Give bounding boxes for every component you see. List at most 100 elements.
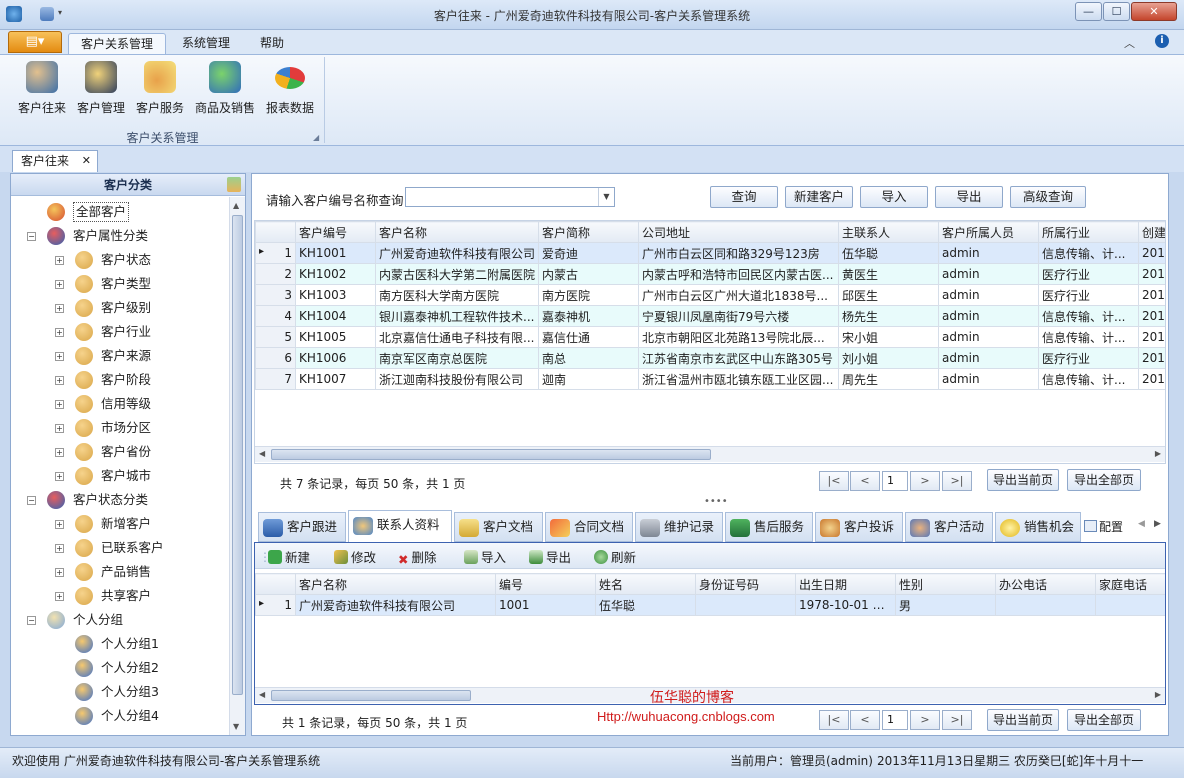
scroll-left-icon[interactable]: ◀ bbox=[259, 449, 265, 458]
query-button[interactable]: 查询 bbox=[710, 186, 778, 208]
grid-cell[interactable]: 2013 bbox=[1138, 326, 1165, 348]
import-button[interactable]: 导入 bbox=[860, 186, 928, 208]
combo-dropdown-icon[interactable]: ▼ bbox=[598, 188, 614, 206]
customer-service-button[interactable]: 客户服务 bbox=[132, 59, 188, 116]
sidebar-settings-icon[interactable] bbox=[227, 177, 241, 192]
grid-cell[interactable]: 迦南 bbox=[538, 368, 639, 390]
scroll-up-icon[interactable]: ▲ bbox=[233, 201, 239, 210]
grid-cell[interactable]: KH1004 bbox=[295, 305, 376, 327]
grid-cell[interactable]: 南总 bbox=[538, 347, 639, 369]
toolbar-delete-button[interactable]: ✖ 删除 bbox=[398, 548, 437, 568]
grid-cell[interactable]: 信息传输、计... bbox=[1038, 242, 1139, 264]
tree-node[interactable]: + 客户来源 bbox=[11, 345, 229, 367]
grid-cell[interactable] bbox=[995, 594, 1096, 616]
contacts-page-number-input[interactable]: 1 bbox=[882, 710, 908, 730]
customer-column-header[interactable]: 所属行业 bbox=[1038, 221, 1139, 243]
tabs-scroll-left-icon[interactable]: ◀ bbox=[1138, 519, 1145, 529]
table-row[interactable]: 2 KH1002 内蒙古医科大学第二附属医院 内蒙古 内蒙古呼和浩特市回民区内蒙古医..… bbox=[255, 263, 1165, 285]
contact-column-header[interactable]: 性别 bbox=[895, 573, 996, 595]
table-row[interactable]: 6 KH1006 南京军区南京总医院 南总 江苏省南京市玄武区中山东路305号 刘小姐 ad… bbox=[255, 347, 1165, 369]
grid-cell[interactable]: 广州爱奇迪软件科技有限公司 bbox=[295, 594, 496, 616]
contacts-scroll-thumb[interactable] bbox=[271, 690, 471, 701]
expand-node-icon[interactable]: + bbox=[55, 472, 64, 481]
tree-node[interactable]: 全部客户 bbox=[11, 201, 229, 223]
expand-node-icon[interactable]: + bbox=[55, 400, 64, 409]
grid-cell[interactable]: KH1002 bbox=[295, 263, 376, 285]
grid-cell[interactable]: 2013 bbox=[1138, 368, 1165, 390]
tree-node[interactable]: + 共享客户 bbox=[11, 585, 229, 607]
collapse-ribbon-icon[interactable]: ︿ bbox=[1124, 35, 1135, 51]
info-icon[interactable]: i bbox=[1155, 34, 1169, 48]
reports-button[interactable]: 报表数据 bbox=[262, 59, 318, 116]
customer-column-header[interactable]: 公司地址 bbox=[638, 221, 839, 243]
minimize-button[interactable]: — bbox=[1075, 2, 1102, 21]
contacts-prev-page-button[interactable]: < bbox=[850, 710, 880, 730]
grid-cell[interactable]: 南方医院 bbox=[538, 284, 639, 306]
customer-column-header[interactable]: 客户简称 bbox=[538, 221, 639, 243]
toolbar-refresh-button[interactable]: 刷新 bbox=[594, 548, 636, 568]
first-page-button[interactable]: |< bbox=[819, 471, 849, 491]
customer-column-header[interactable]: 客户名称 bbox=[375, 221, 539, 243]
toolbar-edit-button[interactable]: 修改 bbox=[334, 548, 376, 568]
grid-cell[interactable]: 医疗行业 bbox=[1038, 263, 1139, 285]
grid-cell[interactable]: KH1005 bbox=[295, 326, 376, 348]
table-row[interactable]: 4 KH1004 银川嘉泰神机工程软件技术... 嘉泰神机 宁夏银川凤凰南街79号六楼杨… bbox=[255, 305, 1165, 327]
contact-column-header[interactable]: 姓名 bbox=[595, 573, 696, 595]
grid-cell[interactable]: 周先生 bbox=[838, 368, 939, 390]
table-row[interactable]: 3 KH1003 南方医科大学南方医院 南方医院 广州市白云区广州大道北1838号...… bbox=[255, 284, 1165, 306]
grid-cell[interactable]: 刘小姐 bbox=[838, 347, 939, 369]
grid-cell[interactable]: 信息传输、计... bbox=[1038, 326, 1139, 348]
new-customer-button[interactable]: 新建客户 bbox=[785, 186, 853, 208]
grid-cell[interactable]: 爱奇迪 bbox=[538, 242, 639, 264]
tree-node[interactable]: + 客户省份 bbox=[11, 441, 229, 463]
grid-cell[interactable]: 北京嘉信仕通电子科技有限... bbox=[375, 326, 539, 348]
tab-help[interactable]: 帮助 bbox=[248, 33, 296, 54]
prev-page-button[interactable]: < bbox=[850, 471, 880, 491]
grid-cell[interactable]: admin bbox=[938, 242, 1039, 264]
tree-node[interactable]: + 已联系客户 bbox=[11, 537, 229, 559]
detail-tab-opportunities[interactable]: 销售机会 bbox=[995, 512, 1081, 542]
table-row[interactable]: 5 KH1005 北京嘉信仕通电子科技有限... 嘉信仕通 北京市朝阳区北苑路13号院北… bbox=[255, 326, 1165, 348]
grid-cell[interactable]: 2013 bbox=[1138, 263, 1165, 285]
tree-node[interactable]: + 客户行业 bbox=[11, 321, 229, 343]
grid-cell[interactable]: 南京军区南京总医院 bbox=[375, 347, 539, 369]
export-all-pages-button[interactable]: 导出全部页 bbox=[1067, 469, 1141, 491]
grid-cell[interactable] bbox=[695, 594, 796, 616]
grid-cell[interactable]: admin bbox=[938, 263, 1039, 285]
expand-node-icon[interactable]: + bbox=[55, 592, 64, 601]
contact-column-header[interactable]: 编号 bbox=[495, 573, 596, 595]
scroll-down-icon[interactable]: ▼ bbox=[233, 722, 239, 731]
contact-column-header[interactable]: 客户名称 bbox=[295, 573, 496, 595]
grid-cell[interactable]: 医疗行业 bbox=[1038, 347, 1139, 369]
expand-node-icon[interactable]: + bbox=[55, 376, 64, 385]
tree-node[interactable]: 个人分组1 bbox=[11, 633, 229, 655]
grid-cell[interactable]: 银川嘉泰神机工程软件技术... bbox=[375, 305, 539, 327]
grid-cell[interactable]: 1001 bbox=[495, 594, 596, 616]
expand-node-icon[interactable]: + bbox=[55, 328, 64, 337]
contacts-export-all-button[interactable]: 导出全部页 bbox=[1067, 709, 1141, 731]
grid-cell[interactable]: 南方医科大学南方医院 bbox=[375, 284, 539, 306]
customer-management-button[interactable]: 客户管理 bbox=[73, 59, 129, 116]
grid-cell[interactable]: 邱医生 bbox=[838, 284, 939, 306]
tree-node[interactable]: 个人分组2 bbox=[11, 657, 229, 679]
grid-cell[interactable]: KH1001 bbox=[295, 242, 376, 264]
contacts-next-page-button[interactable]: > bbox=[910, 710, 940, 730]
grid-cell[interactable]: KH1003 bbox=[295, 284, 376, 306]
detail-tab-complaints[interactable]: 客户投诉 bbox=[815, 512, 903, 542]
grid-cell[interactable]: KH1006 bbox=[295, 347, 376, 369]
collapse-node-icon[interactable]: − bbox=[27, 616, 36, 625]
customer-column-header[interactable]: 创建 bbox=[1138, 221, 1165, 243]
grid-cell[interactable]: 1978-10-01 00... bbox=[795, 594, 896, 616]
tree-node[interactable]: + 产品销售 bbox=[11, 561, 229, 583]
contact-column-header[interactable]: 办公电话 bbox=[995, 573, 1096, 595]
toolbar-export-button[interactable]: 导出 bbox=[529, 548, 571, 568]
expand-node-icon[interactable]: + bbox=[55, 256, 64, 265]
tree-node[interactable]: − 客户状态分类 bbox=[11, 489, 229, 511]
grid-cell[interactable] bbox=[1095, 594, 1165, 616]
grid-cell[interactable]: admin bbox=[938, 305, 1039, 327]
products-sales-button[interactable]: 商品及销售 bbox=[192, 59, 258, 116]
grid-cell[interactable]: admin bbox=[938, 368, 1039, 390]
doc-tab-customer-contact[interactable]: 客户往来 ✕ bbox=[12, 150, 98, 172]
customer-column-header[interactable]: 客户编号 bbox=[295, 221, 376, 243]
grid-cell[interactable]: 伍华聪 bbox=[838, 242, 939, 264]
